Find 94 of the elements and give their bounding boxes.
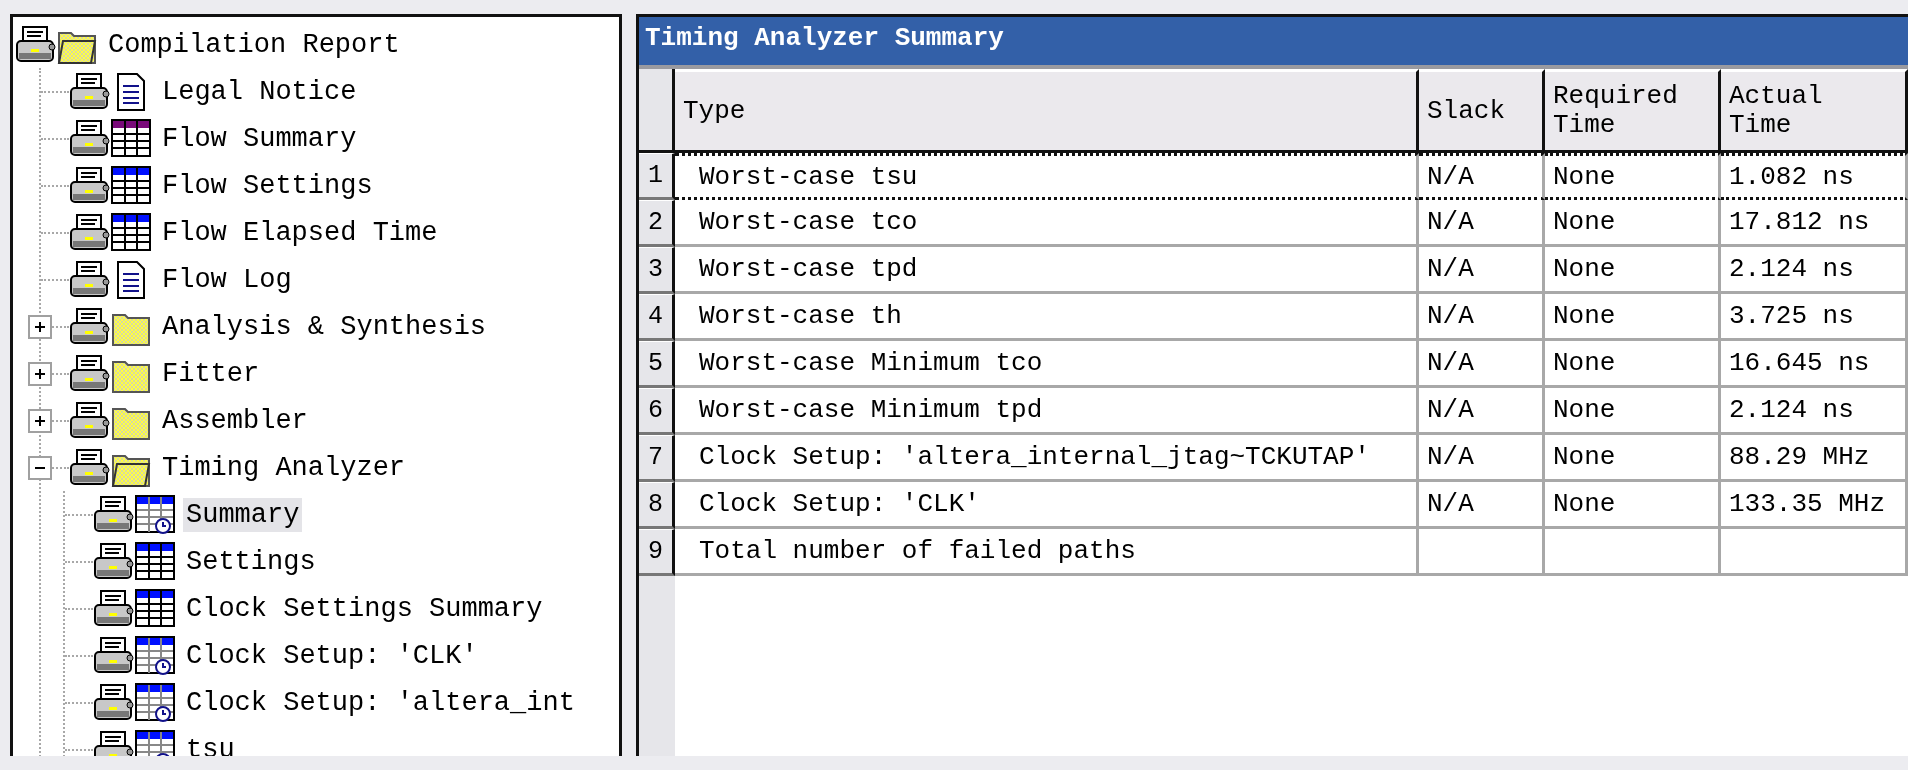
plus-icon xyxy=(35,321,45,332)
row-number: 6 xyxy=(639,388,675,435)
tree-item[interactable]: Analysis & Synthesis xyxy=(159,309,490,344)
tree-item[interactable]: Legal Notice xyxy=(159,74,360,109)
table-cell: N/A xyxy=(1419,247,1545,294)
printer-icon xyxy=(69,212,111,253)
expand-toggle[interactable] xyxy=(28,314,52,339)
table-icon xyxy=(135,588,175,629)
tree-item[interactable]: Fitter xyxy=(159,356,263,391)
table-icon xyxy=(111,118,151,159)
row-number: 5 xyxy=(639,341,675,388)
table-cell: Total number of failed paths xyxy=(675,529,1419,576)
table-cell: N/A xyxy=(1419,388,1545,435)
printer-icon xyxy=(15,24,57,65)
tree-item[interactable]: Flow Elapsed Time xyxy=(159,215,441,250)
table-cell: None xyxy=(1545,247,1721,294)
table-icon xyxy=(135,541,175,582)
table-cell: None xyxy=(1545,294,1721,341)
table-cell: None xyxy=(1545,435,1721,482)
table-cell: Worst-case tpd xyxy=(675,247,1419,294)
printer-icon xyxy=(93,682,135,723)
table-cell: None xyxy=(1545,341,1721,388)
minus-icon xyxy=(35,466,45,469)
printer-icon xyxy=(69,400,111,441)
printer-icon xyxy=(93,588,135,629)
table-cell: 3.725 ns xyxy=(1721,294,1908,341)
table-cell: Clock Setup: 'CLK' xyxy=(675,482,1419,529)
plus-icon xyxy=(35,415,45,426)
printer-icon xyxy=(93,494,135,535)
printer-icon xyxy=(69,259,111,300)
table-cell: 133.35 MHz xyxy=(1721,482,1908,529)
row-number: 4 xyxy=(639,294,675,341)
table-cell: 16.645 ns xyxy=(1721,341,1908,388)
expand-toggle[interactable] xyxy=(28,408,52,433)
table-cell: 17.812 ns xyxy=(1721,200,1908,247)
row-number: 7 xyxy=(639,435,675,482)
expand-toggle[interactable] xyxy=(28,361,52,386)
tree-item[interactable]: Flow Summary xyxy=(159,121,360,156)
tree-item[interactable]: Clock Settings Summary xyxy=(183,591,546,626)
column-header[interactable]: Actual Time xyxy=(1721,69,1908,153)
table-icon xyxy=(111,165,151,206)
printer-icon xyxy=(69,353,111,394)
tree-item[interactable]: Timing Analyzer xyxy=(159,450,409,485)
table-cell: Clock Setup: 'altera_internal_jtag~TCKUTAP' xyxy=(675,435,1419,482)
row-number: 2 xyxy=(639,200,675,247)
expand-toggle[interactable] xyxy=(28,455,52,480)
table-cell: 1.082 ns xyxy=(1721,153,1908,200)
table-clock-icon xyxy=(135,682,175,723)
column-header[interactable]: Required Time xyxy=(1545,69,1721,153)
row-number: 1 xyxy=(639,153,675,200)
printer-icon xyxy=(69,447,111,488)
printer-icon xyxy=(69,71,111,112)
table-cell: Worst-case Minimum tco xyxy=(675,341,1419,388)
table-cell: Worst-case Minimum tpd xyxy=(675,388,1419,435)
table-cell: N/A xyxy=(1419,153,1545,200)
tree-item[interactable]: tsu xyxy=(183,732,238,756)
tree-item[interactable]: Flow Log xyxy=(159,262,295,297)
tree-item[interactable]: Summary xyxy=(183,497,303,532)
printer-icon xyxy=(93,635,135,676)
table-cell: None xyxy=(1545,482,1721,529)
table-cell: None xyxy=(1545,388,1721,435)
row-number: 8 xyxy=(639,482,675,529)
tree-item[interactable]: Compilation Report xyxy=(105,27,403,62)
row-number: 3 xyxy=(639,247,675,294)
table-cell: Worst-case th xyxy=(675,294,1419,341)
row-number: 9 xyxy=(639,529,675,576)
tree-item[interactable]: Flow Settings xyxy=(159,168,376,203)
table-cell: N/A xyxy=(1419,435,1545,482)
report-title: Timing Analyzer Summary xyxy=(639,17,1908,69)
column-header[interactable]: Type xyxy=(675,69,1419,153)
table-cell: 88.29 MHz xyxy=(1721,435,1908,482)
printer-icon xyxy=(69,118,111,159)
printer-icon xyxy=(93,541,135,582)
table-cell: N/A xyxy=(1419,341,1545,388)
table-cell: Worst-case tco xyxy=(675,200,1419,247)
tree-item[interactable]: Settings xyxy=(183,544,319,579)
table-cell: None xyxy=(1545,200,1721,247)
tree-item[interactable]: Assembler xyxy=(159,403,311,438)
table-cell: N/A xyxy=(1419,482,1545,529)
table-cell: 2.124 ns xyxy=(1721,247,1908,294)
tree-item[interactable]: Clock Setup: 'altera_int xyxy=(183,685,578,720)
table-cell: Worst-case tsu xyxy=(675,153,1419,200)
table-cell: None xyxy=(1545,153,1721,200)
table-clock-icon xyxy=(135,494,175,535)
tree-item[interactable]: Clock Setup: 'CLK' xyxy=(183,638,481,673)
table-cell: N/A xyxy=(1419,294,1545,341)
table-cell: 2.124 ns xyxy=(1721,388,1908,435)
table-icon xyxy=(111,212,151,253)
plus-icon xyxy=(35,368,45,379)
column-header[interactable]: Slack xyxy=(1419,69,1545,153)
table-cell: N/A xyxy=(1419,200,1545,247)
table-clock-icon xyxy=(135,635,175,676)
printer-icon xyxy=(69,165,111,206)
printer-icon xyxy=(69,306,111,347)
